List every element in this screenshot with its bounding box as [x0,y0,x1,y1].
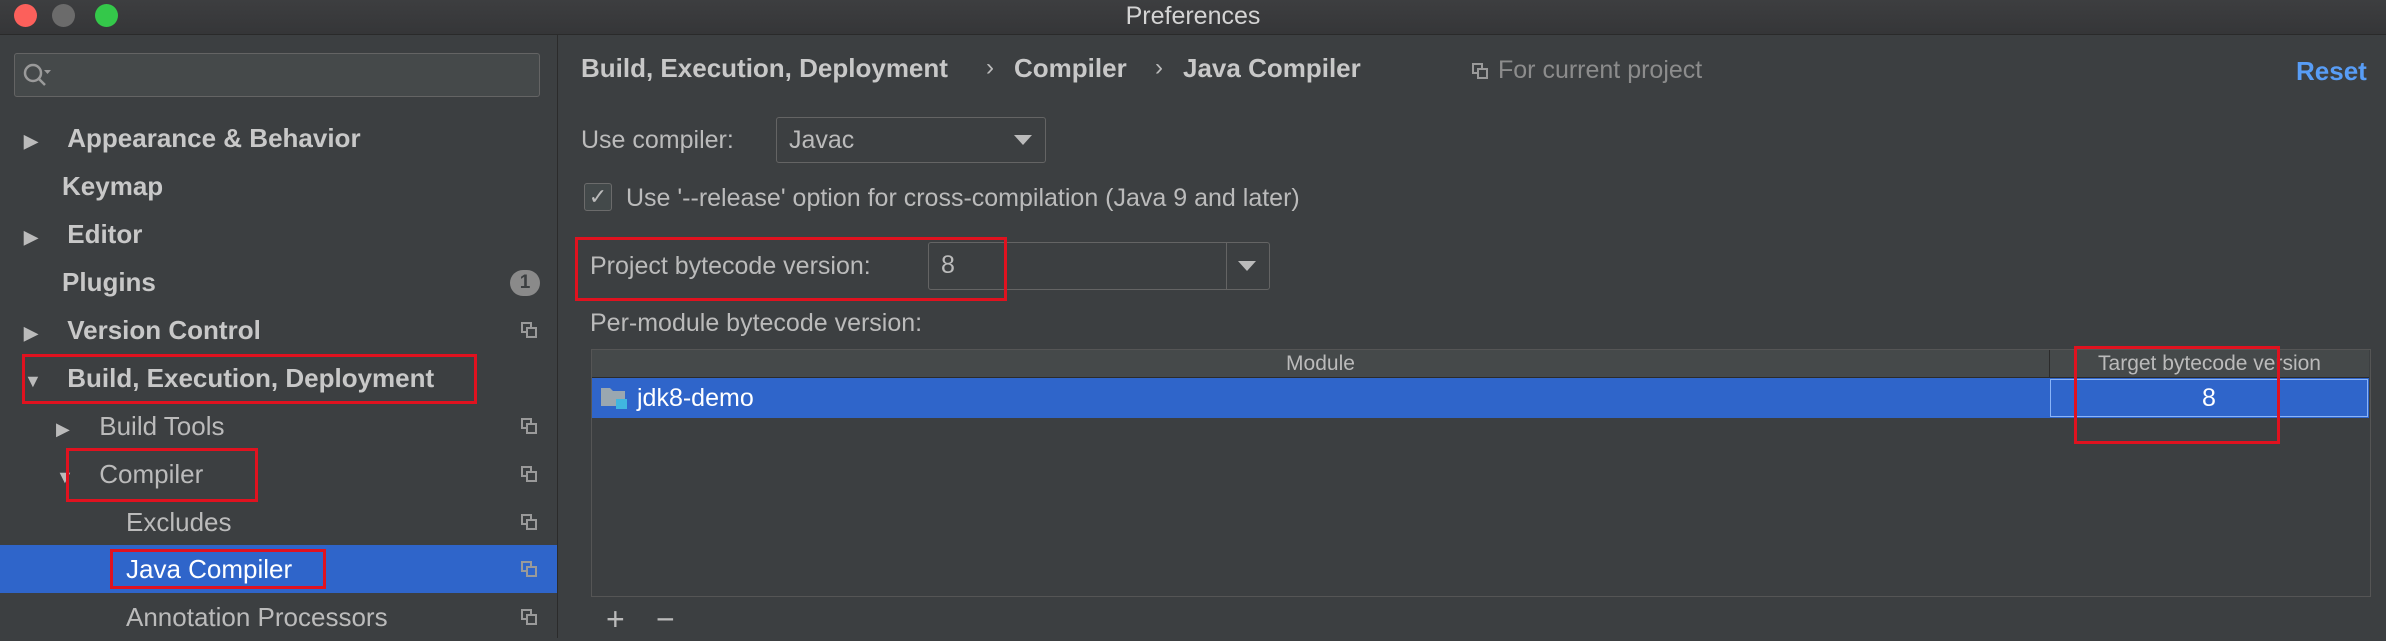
project-settings-icon [521,322,539,340]
sidebar-item-excludes[interactable]: Excludes [126,498,232,546]
sidebar-item-label: Build Tools [99,411,225,441]
chevron-down-icon [1014,135,1032,145]
breadcrumb-item[interactable]: Compiler [1014,52,1127,84]
module-name-cell[interactable]: jdk8-demo [637,378,754,418]
remove-module-button[interactable]: − [656,603,675,635]
sidebar-item-keymap[interactable]: Keymap [62,162,163,210]
annotation-highlight-box [575,237,1007,301]
sidebar-item-plugins[interactable]: Plugins [62,258,156,306]
annotation-highlight-box [2074,346,2280,444]
page-title: Java Compiler [1183,53,1361,83]
column-header-module[interactable]: Module [592,350,2050,378]
sidebar-item-appearance-behavior[interactable]: ▶ Appearance & Behavior [24,114,361,162]
project-scope-icon [1472,63,1490,81]
sidebar-item-label: Annotation Processors [126,602,388,632]
sidebar-item-label: Keymap [62,171,164,201]
add-module-button[interactable]: + [606,603,625,635]
breadcrumb-item[interactable]: Build, Execution, Deployment [581,52,948,84]
annotation-highlight-box [110,549,326,589]
project-settings-icon [521,514,539,532]
sidebar-item-label: Appearance & Behavior [67,123,361,153]
sidebar-item-label: Editor [67,219,143,249]
sidebar-item-label: Excludes [126,507,232,537]
sidebar-item-editor[interactable]: ▶ Editor [24,210,142,258]
combo-divider [1226,243,1227,289]
window-title: Preferences [1125,2,1261,30]
compiler-select-value: Javac [789,126,855,154]
breadcrumb-separator: › [986,54,994,81]
project-settings-icon [521,609,539,627]
expand-arrow-icon[interactable]: ▶ [24,117,46,165]
use-compiler-label: Use compiler: [581,126,734,154]
per-module-label: Per-module bytecode version: [590,309,923,337]
sidebar-item-label: Version Control [67,315,261,345]
release-option-label: Use '--release' option for cross-compila… [626,184,1300,212]
settings-search-input[interactable] [14,53,540,97]
expand-arrow-icon[interactable]: ▶ [24,213,46,261]
reset-link[interactable]: Reset [2296,56,2367,87]
breadcrumb-separator: › [1155,54,1163,81]
chevron-down-icon[interactable] [1238,261,1256,271]
plugins-update-badge: 1 [510,270,540,296]
sidebar-item-build-tools[interactable]: ▶ Build Tools [56,402,225,450]
sidebar-item-version-control[interactable]: ▶ Version Control [24,306,261,354]
compiler-select[interactable]: Javac [776,117,1046,163]
sidebar-item-annotation-processors[interactable]: Annotation Processors [126,593,388,641]
expand-arrow-icon[interactable]: ▶ [24,309,46,357]
release-option-checkbox[interactable]: ✓ [584,183,612,211]
project-settings-icon [521,418,539,436]
scope-note: For current project [1498,56,1703,84]
expand-arrow-icon[interactable]: ▶ [56,405,78,453]
project-settings-icon [521,561,539,579]
search-icon [23,63,51,86]
sidebar-item-label: Plugins [62,267,156,297]
table-toolbar [591,596,2371,639]
annotation-highlight-box [22,354,477,404]
project-settings-icon [521,466,539,484]
annotation-highlight-box [66,448,258,502]
module-folder-icon [601,388,627,409]
